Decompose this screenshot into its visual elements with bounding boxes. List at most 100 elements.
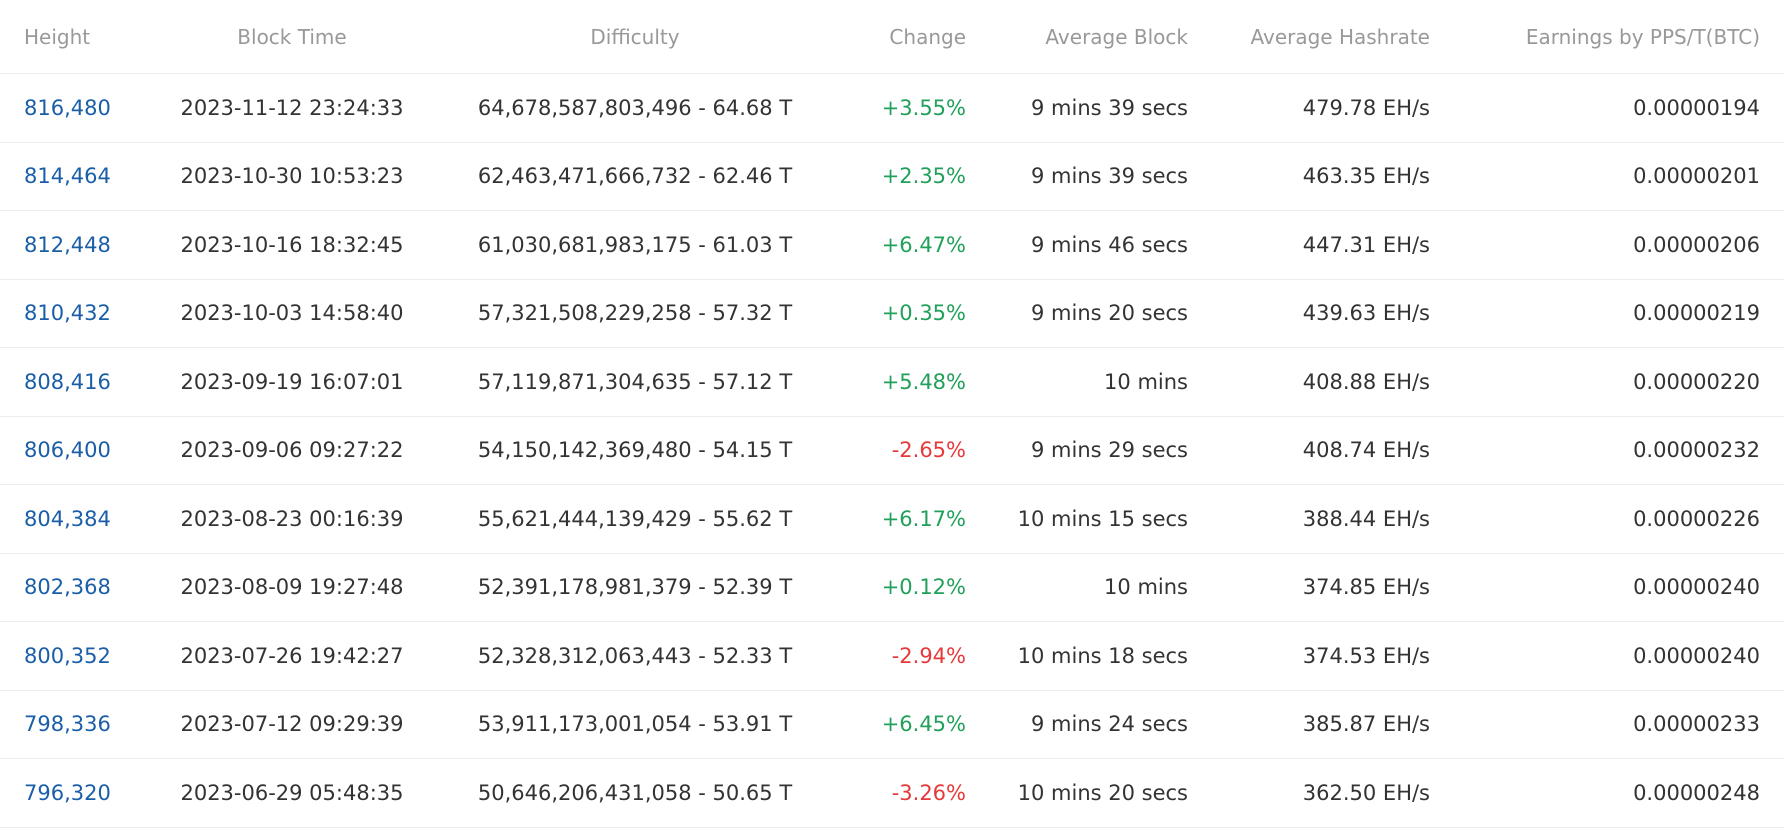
earnings-cell-container: 0.00000240 [1633,554,1760,622]
table-row: 804,384 2023-08-23 00:16:39 55,621,444,139… [0,485,1784,554]
change-cell-container: +2.35% [882,143,966,211]
column-header-average-hashrate[interactable]: Average Hashrate [1250,0,1430,73]
height-link[interactable]: 796,320 [24,781,111,805]
table-row: 800,352 2023-07-26 19:42:27 52,328,312,063… [0,622,1784,691]
height-link-container: 802,368 [24,554,111,622]
height-link[interactable]: 800,352 [24,644,111,668]
average-block-cell: 10 mins [1104,369,1188,394]
block-time-cell-container: 2023-06-29 05:48:35 [150,759,434,827]
height-link-container: 798,336 [24,691,111,759]
earnings-cell-container: 0.00000232 [1633,417,1760,485]
difficulty-cell-container: 52,391,178,981,379 - 52.39 T [434,554,836,622]
earnings-cell-container: 0.00000219 [1633,280,1760,348]
column-header-difficulty[interactable]: Difficulty [434,0,836,73]
average-block-cell: 10 mins 15 secs [1017,506,1188,531]
earnings-cell: 0.00000240 [1633,575,1760,600]
height-link[interactable]: 804,384 [24,507,111,531]
block-time-cell: 2023-11-12 23:24:33 [180,95,404,120]
earnings-cell-container: 0.00000206 [1633,211,1760,279]
table-body: 816,480 2023-11-12 23:24:33 64,678,587,803… [0,74,1784,828]
average-block-cell-container: 9 mins 39 secs [1031,74,1188,142]
difficulty-table: Height Block Time Difficulty Change Aver… [0,0,1784,828]
average-block-cell: 10 mins [1104,575,1188,600]
hashrate-cell: 439.63 EH/s [1302,301,1430,326]
earnings-cell: 0.00000219 [1633,301,1760,326]
height-link-container: 804,384 [24,485,111,553]
change-cell: -2.94% [891,643,966,668]
earnings-cell: 0.00000201 [1633,164,1760,189]
hashrate-cell: 374.85 EH/s [1302,575,1430,600]
column-header-earnings[interactable]: Earnings by PPS/T(BTC) [1526,0,1760,73]
height-link[interactable]: 812,448 [24,233,111,257]
height-link[interactable]: 798,336 [24,712,111,736]
hashrate-cell: 408.74 EH/s [1302,438,1430,463]
table-row: 816,480 2023-11-12 23:24:33 64,678,587,803… [0,74,1784,143]
hashrate-cell: 408.88 EH/s [1302,369,1430,394]
hashrate-cell-container: 374.85 EH/s [1303,554,1430,622]
height-link-container: 806,400 [24,417,111,485]
table-row: 802,368 2023-08-09 19:27:48 52,391,178,981… [0,554,1784,622]
hashrate-cell-container: 408.88 EH/s [1303,348,1430,416]
average-block-cell-container: 9 mins 46 secs [1031,211,1188,279]
hashrate-cell: 362.50 EH/s [1302,780,1430,805]
difficulty-cell: 62,463,471,666,732 - 62.46 T [477,164,793,189]
hashrate-cell: 374.53 EH/s [1302,643,1430,668]
average-block-cell-container: 9 mins 39 secs [1031,143,1188,211]
earnings-cell: 0.00000226 [1633,506,1760,531]
average-block-cell-container: 9 mins 20 secs [1031,280,1188,348]
average-block-cell-container: 10 mins 15 secs [1018,485,1188,553]
earnings-cell-container: 0.00000248 [1633,759,1760,827]
table-row: 798,336 2023-07-12 09:29:39 53,911,173,001… [0,691,1784,759]
change-cell: +6.47% [881,232,966,257]
average-block-cell: 9 mins 20 secs [1031,301,1188,326]
block-time-cell-container: 2023-07-26 19:42:27 [150,622,434,690]
hashrate-cell-container: 362.50 EH/s [1303,759,1430,827]
column-header-height[interactable]: Height [24,0,90,73]
height-link[interactable]: 808,416 [24,370,111,394]
change-cell-container: +6.17% [882,485,966,553]
difficulty-cell-container: 55,621,444,139,429 - 55.62 T [434,485,836,553]
block-time-cell: 2023-08-23 00:16:39 [180,506,404,531]
earnings-cell-container: 0.00000201 [1633,143,1760,211]
column-header-change[interactable]: Change [889,0,966,73]
height-link[interactable]: 814,464 [24,164,111,188]
earnings-cell-container: 0.00000226 [1633,485,1760,553]
height-link[interactable]: 816,480 [24,96,111,120]
difficulty-cell: 55,621,444,139,429 - 55.62 T [477,506,793,531]
block-time-cell: 2023-09-06 09:27:22 [180,438,404,463]
hashrate-cell: 463.35 EH/s [1302,164,1430,189]
difficulty-cell: 52,328,312,063,443 - 52.33 T [477,643,793,668]
hashrate-cell-container: 385.87 EH/s [1303,691,1430,759]
difficulty-cell: 54,150,142,369,480 - 54.15 T [477,438,793,463]
hashrate-cell: 479.78 EH/s [1302,95,1430,120]
block-time-cell: 2023-10-03 14:58:40 [180,301,404,326]
earnings-cell-container: 0.00000220 [1633,348,1760,416]
average-block-cell: 10 mins 18 secs [1017,643,1188,668]
column-header-average-block[interactable]: Average Block [1045,0,1188,73]
change-cell: +0.12% [881,575,966,600]
earnings-cell: 0.00000232 [1633,438,1760,463]
change-cell-container: +5.48% [882,348,966,416]
average-block-cell-container: 10 mins [1104,348,1188,416]
average-block-cell-container: 9 mins 29 secs [1031,417,1188,485]
earnings-cell-container: 0.00000240 [1633,622,1760,690]
block-time-cell-container: 2023-09-19 16:07:01 [150,348,434,416]
block-time-cell: 2023-09-19 16:07:01 [180,369,404,394]
table-row: 814,464 2023-10-30 10:53:23 62,463,471,666… [0,143,1784,211]
height-link[interactable]: 802,368 [24,575,111,599]
earnings-cell-container: 0.00000233 [1633,691,1760,759]
average-block-cell-container: 10 mins 20 secs [1018,759,1188,827]
change-cell-container: +0.12% [882,554,966,622]
height-link[interactable]: 806,400 [24,438,111,462]
table-row: 810,432 2023-10-03 14:58:40 57,321,508,229… [0,280,1784,348]
earnings-cell: 0.00000206 [1633,232,1760,257]
table-row: 796,320 2023-06-29 05:48:35 50,646,206,431… [0,759,1784,828]
change-cell: +2.35% [881,164,966,189]
column-header-block-time[interactable]: Block Time [150,0,434,73]
average-block-cell: 9 mins 24 secs [1031,712,1188,737]
height-link-container: 816,480 [24,74,111,142]
height-link-container: 796,320 [24,759,111,827]
change-cell: -2.65% [891,438,966,463]
height-link[interactable]: 810,432 [24,301,111,325]
difficulty-cell-container: 57,119,871,304,635 - 57.12 T [434,348,836,416]
